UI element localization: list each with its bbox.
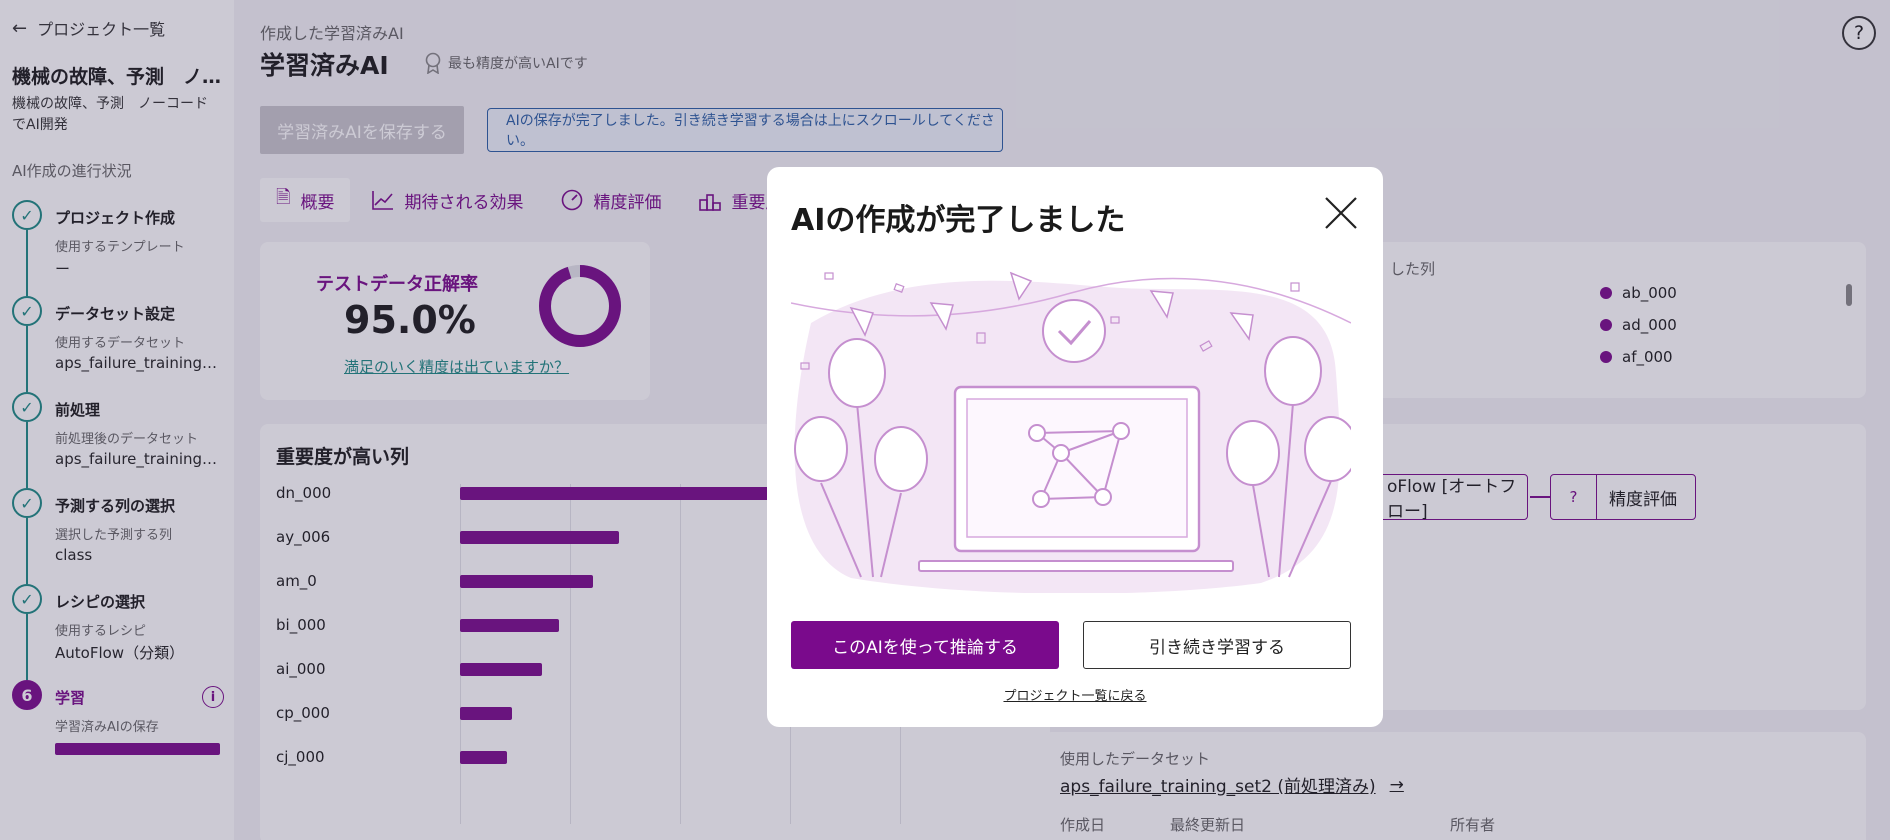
back-to-projects-dialog-link[interactable]: プロジェクト一覧に戻る bbox=[767, 685, 1383, 704]
completion-dialog: AIの作成が完了しました このAIを使って推論する 引き続き学習する プロジェク… bbox=[767, 167, 1383, 727]
dialog-title: AIの作成が完了しました bbox=[791, 203, 1126, 238]
close-icon[interactable] bbox=[1323, 195, 1359, 231]
celebration-illustration bbox=[791, 271, 1351, 593]
infer-with-ai-button[interactable]: このAIを使って推論する bbox=[791, 621, 1059, 669]
continue-training-button[interactable]: 引き続き学習する bbox=[1083, 621, 1351, 669]
